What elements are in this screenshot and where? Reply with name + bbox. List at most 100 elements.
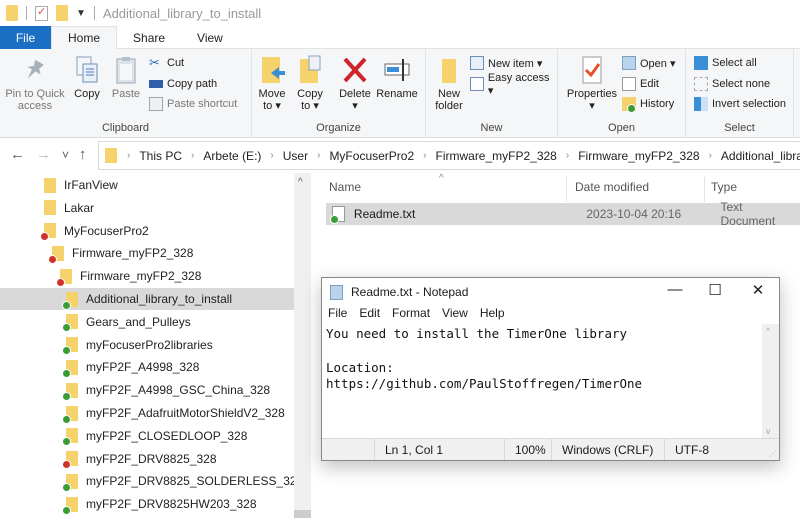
sync-ok-badge-icon [62, 346, 71, 356]
menu-file[interactable]: File [322, 306, 353, 325]
notepad-text-area[interactable]: You need to install the TimerOne library… [326, 326, 762, 393]
resize-grip-icon[interactable]: ⋰ [769, 449, 777, 458]
zoom-level: 100% [504, 439, 551, 460]
breadcrumb-separator[interactable]: › [566, 150, 569, 161]
scroll-down-icon[interactable]: v [766, 426, 771, 436]
tree-item[interactable]: MyFocuserPro2 [0, 220, 294, 242]
breadcrumb-separator[interactable]: › [127, 150, 130, 161]
select-none-button[interactable]: Select none [694, 75, 770, 93]
tab-home[interactable]: Home [51, 26, 118, 49]
navigation-bar: ← → ˅ ↑ › This PC › Arbete (E:) › User ›… [0, 138, 800, 173]
tree-item[interactable]: myFP2F_DRV8825_328 [0, 448, 294, 470]
pin-to-quick-access-button[interactable]: Pin to Quick access [4, 55, 66, 112]
tree-item[interactable]: myFP2F_DRV8825HW203_328 [0, 493, 294, 515]
customize-quick-access-dropdown-icon[interactable]: ▼ [76, 8, 86, 19]
minimize-button[interactable]: — [655, 281, 695, 298]
notepad-title-bar[interactable]: Readme.txt - Notepad — ☐ ✕ [322, 278, 779, 306]
tree-item[interactable]: Gears_and_Pulleys [0, 311, 294, 333]
column-header-type[interactable]: Type [711, 180, 737, 194]
ribbon-tabs: File Home Share View [0, 26, 800, 49]
sync-error-badge-icon [56, 277, 65, 287]
tree-item[interactable]: IrFanView [0, 174, 294, 196]
sync-ok-badge-icon [62, 414, 71, 424]
tab-share[interactable]: Share [117, 26, 181, 49]
file-date: 2023-10-04 20:16 [586, 207, 682, 221]
breadcrumb-firmware-2[interactable]: Firmware_myFP2_328 [578, 149, 699, 163]
properties-button[interactable]: Properties ▾ [566, 55, 618, 112]
breadcrumb-arbete[interactable]: Arbete (E:) [203, 149, 261, 163]
tab-file[interactable]: File [0, 26, 51, 49]
copy-button[interactable]: Copy [72, 55, 102, 100]
breadcrumb-separator[interactable]: › [423, 150, 426, 161]
breadcrumb-current-folder[interactable]: Additional_library_to_install [721, 149, 800, 163]
text-file-icon [330, 206, 345, 224]
column-divider[interactable] [704, 176, 705, 202]
breadcrumb-separator[interactable]: › [270, 150, 273, 161]
paste-shortcut-button[interactable]: Paste shortcut [149, 95, 237, 113]
close-button[interactable]: ✕ [738, 281, 778, 299]
breadcrumb-user[interactable]: User [283, 149, 308, 163]
tree-item[interactable]: Lakar [0, 197, 294, 219]
breadcrumb-separator[interactable]: › [191, 150, 194, 161]
delete-button[interactable]: Delete ▾ [338, 55, 372, 112]
column-divider[interactable] [566, 176, 567, 202]
scrollbar-thumb[interactable] [294, 510, 311, 518]
breadcrumb-firmware-1[interactable]: Firmware_myFP2_328 [435, 149, 556, 163]
folder-icon [62, 291, 78, 310]
copy-path-button[interactable]: Copy path [149, 75, 217, 93]
address-bar[interactable]: › This PC › Arbete (E:) › User › MyFocus… [98, 141, 800, 170]
open-button[interactable]: Open ▾ [622, 54, 676, 72]
new-folder-quick-access-icon[interactable] [56, 5, 68, 21]
tree-item[interactable]: Firmware_myFP2_328 [0, 242, 294, 264]
cut-button[interactable]: ✂ Cut [149, 54, 184, 72]
up-arrow-icon[interactable]: ↑ [79, 146, 87, 163]
folder-icon[interactable] [6, 5, 18, 21]
tree-item[interactable]: myFP2F_CLOSEDLOOP_328 [0, 425, 294, 447]
tree-item[interactable]: Firmware_myFP2_328 [0, 265, 294, 287]
menu-view[interactable]: View [436, 306, 474, 325]
recent-locations-chevron-icon[interactable]: ˅ [62, 148, 69, 162]
menu-edit[interactable]: Edit [353, 306, 386, 325]
column-header-date-modified[interactable]: Date modified [575, 180, 649, 194]
tree-item[interactable]: myFP2F_A4998_GSC_China_328 [0, 379, 294, 401]
new-item-button[interactable]: New item ▾ [470, 54, 542, 72]
divider [93, 6, 95, 20]
properties-quick-access-icon[interactable] [35, 5, 48, 21]
menu-help[interactable]: Help [474, 306, 511, 325]
scroll-up-icon[interactable]: ^ [766, 326, 770, 336]
breadcrumb-this-pc[interactable]: This PC [139, 149, 182, 163]
breadcrumb-separator[interactable]: › [317, 150, 320, 161]
breadcrumb-myfocuserpro2[interactable]: MyFocuserPro2 [329, 149, 414, 163]
new-folder-button[interactable]: New folder [432, 55, 466, 112]
back-arrow-icon[interactable]: ← [10, 146, 25, 163]
history-button[interactable]: History [622, 95, 674, 113]
notepad-status-bar: Ln 1, Col 1 100% Windows (CRLF) UTF-8 ⋰ [322, 438, 779, 460]
open-group: Properties ▾ Open ▾ Edit History Open [558, 49, 686, 138]
notepad-scrollbar[interactable]: ^ v [762, 324, 779, 438]
folder-icon [40, 223, 56, 242]
maximize-button[interactable]: ☐ [695, 281, 735, 299]
tree-item[interactable]: Additional_library_to_install [0, 288, 294, 310]
tree-item[interactable]: myFP2F_A4998_328 [0, 356, 294, 378]
scroll-up-icon[interactable]: ^ [298, 177, 303, 188]
tree-item[interactable]: myFocuserPro2libraries [0, 334, 294, 356]
tree-item-label: myFP2F_DRV8825HW203_328 [86, 497, 257, 512]
file-row[interactable]: Readme.txt 2023-10-04 20:16 Text Documen… [326, 200, 800, 228]
rename-button[interactable]: Rename [376, 55, 418, 100]
forward-arrow-icon[interactable]: → [36, 146, 51, 163]
easy-access-button[interactable]: Easy access ▾ [470, 72, 557, 97]
breadcrumb-separator[interactable]: › [709, 150, 712, 161]
navigation-pane-scrollbar[interactable]: ^ [294, 173, 311, 518]
move-to-button[interactable]: Move to ▾ [256, 55, 288, 112]
copy-icon [74, 55, 100, 85]
select-all-button[interactable]: Select all [694, 54, 757, 72]
tree-item[interactable]: myFP2F_DRV8825_SOLDERLESS_328 [0, 470, 303, 492]
copy-to-button[interactable]: Copy to ▾ [294, 55, 326, 112]
menu-format[interactable]: Format [386, 306, 436, 325]
tree-item[interactable]: myFP2F_AdafruitMotorShieldV2_328 [0, 402, 294, 424]
edit-button[interactable]: Edit [622, 75, 659, 93]
column-header-name[interactable]: Name [329, 180, 361, 194]
invert-selection-button[interactable]: Invert selection [694, 95, 786, 113]
tab-view[interactable]: View [181, 26, 239, 49]
paste-button[interactable]: Paste [110, 55, 142, 100]
